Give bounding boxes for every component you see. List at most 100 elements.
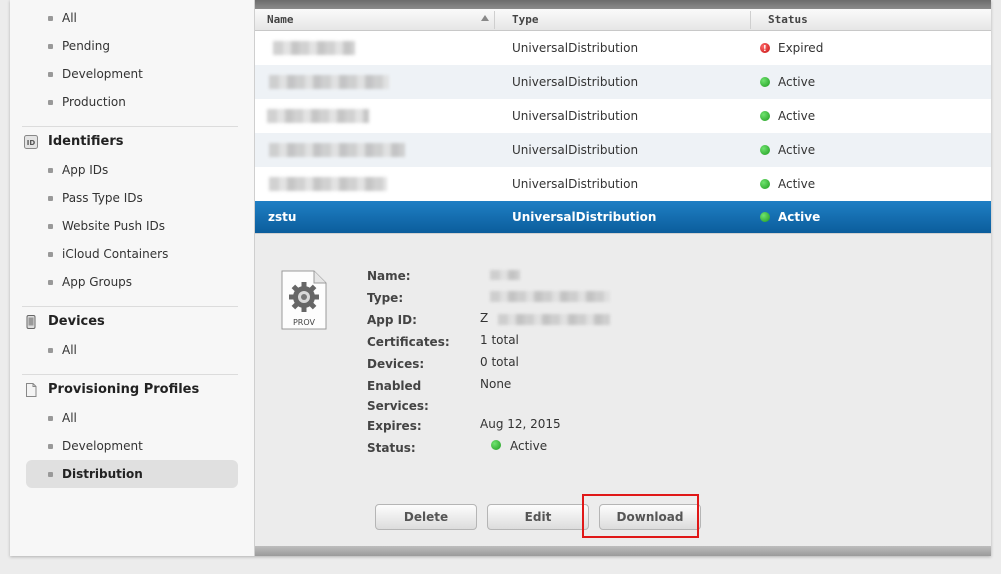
bullet-icon [48,168,53,173]
column-header-name[interactable]: Name [267,9,294,31]
sidebar-section-title: Devices [48,314,105,329]
status-text: Expired [778,41,824,55]
profile-status-cell: Active [760,65,960,99]
sidebar-item-label: Development [62,67,143,81]
sidebar-item-production[interactable]: Production [26,88,238,116]
detail-value-app-id-prefix: Z [480,311,489,325]
sidebar-item-app-ids[interactable]: App IDs [26,156,238,184]
profile-status-cell: Active [760,133,960,167]
download-highlight-box [582,494,699,538]
provisioning-profile-icon: PROV [281,270,327,330]
sidebar-item-label: App IDs [62,163,109,177]
active-status-icon [760,212,770,222]
sidebar-item-label: Distribution [62,467,143,481]
bullet-icon [48,472,53,477]
status-text: Active [778,143,816,157]
bullet-icon [48,16,53,21]
table-row[interactable]: UniversalDistribution Active [255,167,991,201]
profile-detail-panel: PROV Name: Type: App ID: Certificates: D… [255,233,991,546]
profile-status-cell: Active [760,201,960,235]
status-text: Active [778,75,816,89]
sidebar-divider [22,374,238,375]
profile-status-cell: Active [760,167,960,201]
edit-button[interactable]: Edit [487,504,589,530]
sidebar-item-label: App Groups [62,275,133,289]
detail-label-type: Type: [367,291,404,305]
column-header-status[interactable]: Status [768,9,808,31]
redacted-name [269,177,387,191]
bullet-icon [48,416,53,421]
sidebar-item-label: Development [62,439,143,453]
sidebar-item-pass-type-ids[interactable]: Pass Type IDs [26,184,238,212]
column-header-type[interactable]: Type [512,9,539,31]
detail-value-status: Active [510,439,548,453]
sidebar-item-label: Website Push IDs [62,219,165,233]
redacted-name [267,109,369,123]
column-divider [750,11,751,29]
sidebar-section-title: Identifiers [48,134,124,149]
sidebar-item-app-groups[interactable]: App Groups [26,268,238,296]
table-row[interactable]: UniversalDistribution Active [255,99,991,133]
table-header: Name Type Status [255,9,991,31]
sidebar-item-label: All [62,343,77,357]
sidebar-item-website-push-ids[interactable]: Website Push IDs [26,212,238,240]
sidebar-item-cert-development[interactable]: Development [26,60,238,88]
sidebar-item-label: Pass Type IDs [62,191,143,205]
bullet-icon [48,280,53,285]
sidebar-section-identifiers: ID Identifiers [22,130,242,154]
sidebar-item-profiles-development[interactable]: Development [26,432,238,460]
id-badge-icon: ID [24,135,38,149]
detail-value-expires: Aug 12, 2015 [480,417,561,431]
table-row[interactable]: UniversalDistribution Expired [255,31,991,66]
detail-label-enabled: Enabled [367,379,422,393]
profile-status-cell: Active [760,99,960,133]
table-row[interactable]: UniversalDistribution Active [255,133,991,167]
detail-label-services: Services: [367,399,429,413]
bullet-icon [48,348,53,353]
bullet-icon [48,224,53,229]
svg-text:ID: ID [27,139,36,147]
sidebar-item-icloud-containers[interactable]: iCloud Containers [26,240,238,268]
profile-type-cell: UniversalDistribution [512,75,639,89]
table-row[interactable]: UniversalDistribution Active [255,65,991,99]
sidebar-item-distribution[interactable]: Distribution [26,460,238,488]
detail-label-name: Name: [367,269,411,283]
bullet-icon [48,252,53,257]
profile-type-cell: UniversalDistribution [512,143,639,157]
device-icon [26,315,36,329]
detail-label-status: Status: [367,441,416,455]
sidebar-item-devices-all[interactable]: All [26,336,238,364]
sidebar-item-label: Production [62,95,126,109]
table-row-selected[interactable]: zstu UniversalDistribution Active [255,201,991,233]
profile-type-cell: UniversalDistribution [512,109,639,123]
active-status-icon [760,77,770,87]
column-divider [494,11,495,29]
sidebar: All Pending Development Production ID Id… [10,0,255,556]
redacted-name [269,75,389,89]
sidebar-item-label: Pending [62,39,110,53]
sidebar-item-pending[interactable]: Pending [26,32,238,60]
sidebar-section-profiles: Provisioning Profiles [22,378,242,402]
status-text: Active [778,210,821,224]
detail-value-services: None [480,377,512,391]
main-panel: Name Type Status UniversalDistribution E… [255,0,991,556]
bullet-icon [48,196,53,201]
detail-label-certificates: Certificates: [367,335,450,349]
profile-name-cell [265,133,495,167]
icon-caption: PROV [293,318,316,327]
sidebar-item-profiles-all[interactable]: All [26,404,238,432]
profile-name-cell: zstu [268,210,297,224]
app-frame: All Pending Development Production ID Id… [10,0,991,556]
active-status-icon [760,179,770,189]
bullet-icon [48,44,53,49]
profile-name-cell [265,31,495,65]
sidebar-divider [22,126,238,127]
sidebar-section-title: Provisioning Profiles [48,382,200,397]
sidebar-section-devices: Devices [22,310,242,334]
detail-value-devices: 0 total [480,355,519,369]
sort-ascending-icon[interactable] [481,15,489,21]
sidebar-item-cert-all[interactable]: All [26,4,238,32]
profile-type-cell: UniversalDistribution [512,41,639,55]
profile-name-cell [265,167,495,201]
delete-button[interactable]: Delete [375,504,477,530]
